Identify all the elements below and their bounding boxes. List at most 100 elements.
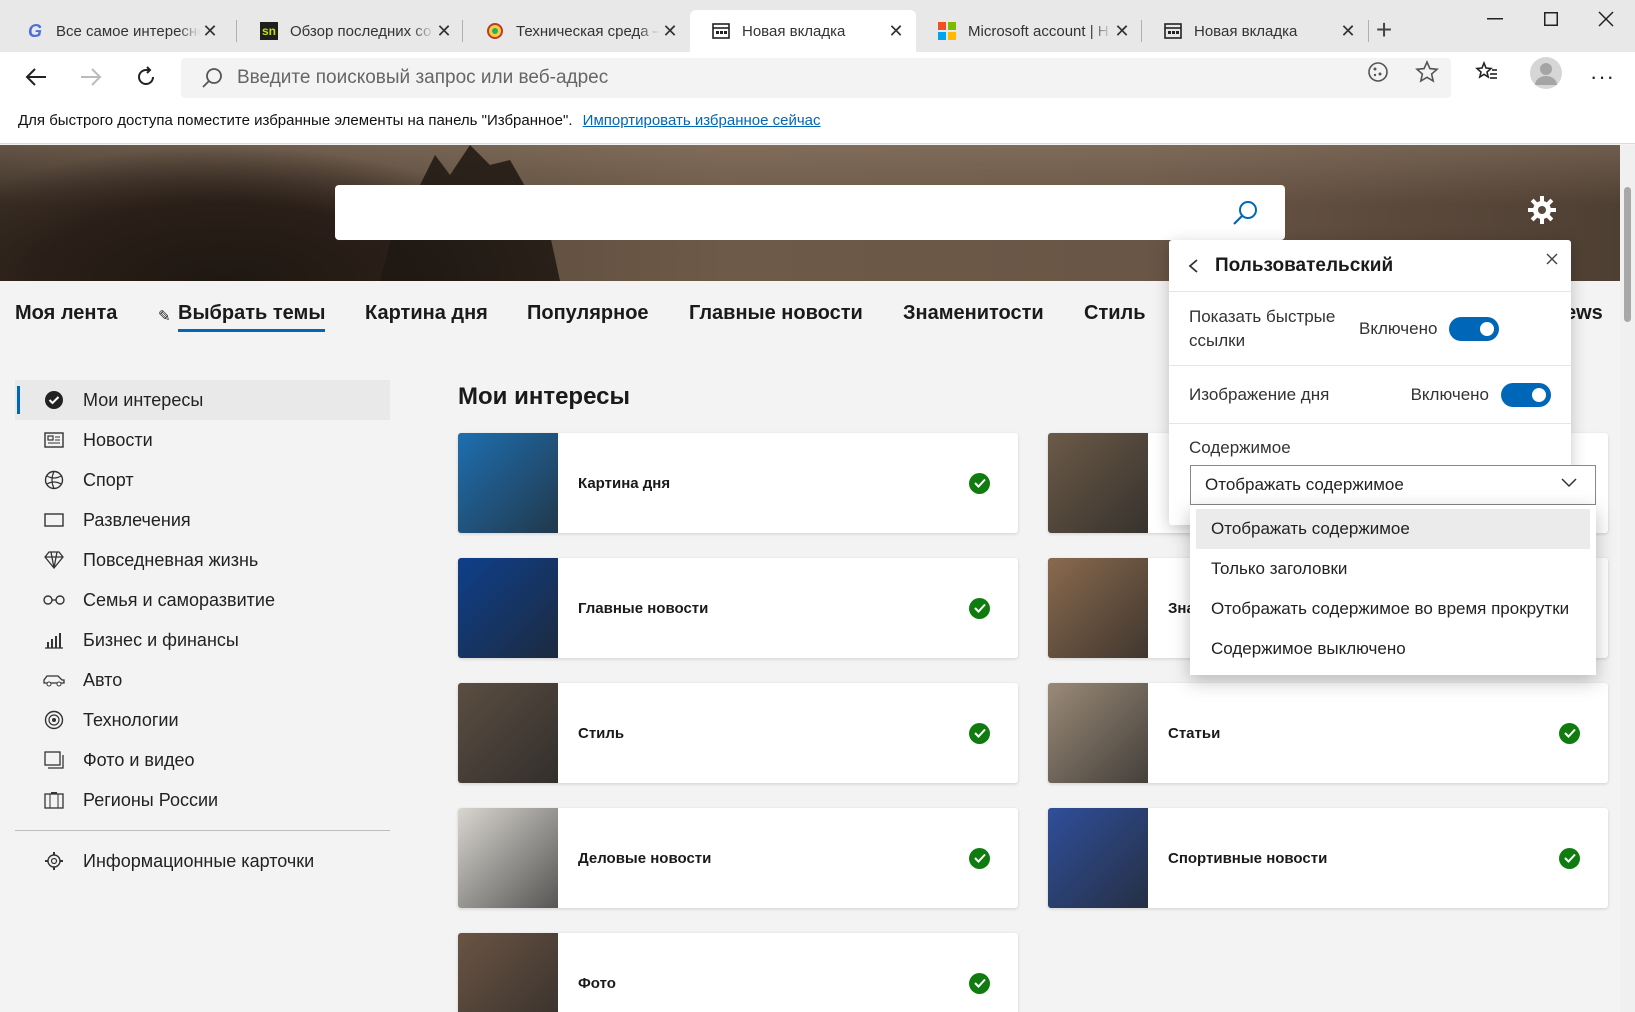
option-show-content[interactable]: Отображать содержимое: [1196, 509, 1590, 549]
sidebar-item-family[interactable]: Семья и саморазвитие: [15, 580, 390, 620]
card-thumbnail-image: [1048, 683, 1148, 783]
sidebar-item-label: Развлечения: [83, 509, 191, 530]
add-favorite-star-icon[interactable]: [1415, 60, 1439, 89]
newspaper-icon: [43, 429, 65, 451]
followed-check-icon[interactable]: [1559, 847, 1580, 869]
interest-card[interactable]: Спортивные новости: [1048, 808, 1608, 908]
tab-3[interactable]: Техническая среда – ✕: [464, 10, 690, 52]
followed-check-icon[interactable]: [969, 722, 990, 744]
web-search-box[interactable]: [335, 185, 1285, 240]
refresh-button[interactable]: [128, 60, 164, 94]
glasses-icon: [43, 589, 65, 611]
interest-card[interactable]: Главные новости: [458, 558, 1018, 658]
followed-check-icon[interactable]: [969, 847, 990, 869]
close-tab-icon[interactable]: ✕: [434, 21, 454, 42]
card-title: Картина дня: [578, 474, 671, 492]
option-show-on-scroll[interactable]: Отображать содержимое во время прокрутки: [1196, 589, 1590, 629]
newtab-favicon-icon: [1164, 22, 1182, 40]
sidebar-item-business[interactable]: Бизнес и финансы: [15, 620, 390, 660]
sidebar-item-auto[interactable]: Авто: [15, 660, 390, 700]
sidebar-item-sport[interactable]: Спорт: [15, 460, 390, 500]
interest-card[interactable]: Стиль: [458, 683, 1018, 783]
tracking-prevention-icon[interactable]: [1366, 60, 1390, 89]
sidebar-item-label: Бизнес и финансы: [83, 629, 239, 650]
profile-avatar[interactable]: [1530, 57, 1562, 94]
interest-card[interactable]: Картина дня: [458, 433, 1018, 533]
tab-title: Microsoft account | H: [968, 22, 1109, 40]
maximize-button[interactable]: [1522, 0, 1580, 38]
import-favorites-link[interactable]: Импортировать избранное сейчас: [583, 112, 821, 129]
image-of-day-toggle[interactable]: [1501, 382, 1551, 407]
category-celebrities[interactable]: Знаменитости: [903, 302, 1044, 325]
sidebar-item-news[interactable]: Новости: [15, 420, 390, 460]
sidebar-item-entertainment[interactable]: Развлечения: [15, 500, 390, 540]
minimize-button[interactable]: [1466, 0, 1524, 38]
new-tab-button[interactable]: +: [1371, 14, 1397, 48]
close-tab-icon[interactable]: ✕: [1112, 21, 1132, 42]
back-chevron-icon[interactable]: [1187, 258, 1201, 274]
category-popular[interactable]: Популярное: [527, 302, 649, 325]
more-options-icon[interactable]: ···: [1590, 64, 1615, 90]
interest-card[interactable]: Деловые новости: [458, 808, 1018, 908]
sidebar-item-my-interests[interactable]: Мои интересы: [15, 380, 390, 420]
check-circle-icon: [43, 389, 65, 411]
sidebar-item-lifestyle[interactable]: Повседневная жизнь: [15, 540, 390, 580]
close-icon[interactable]: [1545, 252, 1559, 266]
card-thumbnail-image: [458, 933, 558, 1012]
address-bar[interactable]: Введите поисковый запрос или веб-адрес: [181, 58, 1451, 98]
search-icon[interactable]: [1231, 199, 1259, 227]
tab-1[interactable]: G Все самое интересное ✕: [4, 10, 230, 52]
image-of-day-row: Изображение дня Включено: [1169, 366, 1571, 424]
card-thumbnail-image: [458, 558, 558, 658]
tab-4-active[interactable]: Новая вкладка ✕: [690, 10, 916, 52]
gear-icon: [43, 850, 65, 872]
interest-card[interactable]: Фото: [458, 933, 1018, 1012]
sidebar-item-label: Мои интересы: [83, 389, 204, 410]
close-tab-icon[interactable]: ✕: [200, 21, 220, 42]
tab-5[interactable]: Microsoft account | H ✕: [916, 10, 1142, 52]
sidebar-item-photo-video[interactable]: Фото и видео: [15, 740, 390, 780]
followed-check-icon[interactable]: [969, 972, 990, 994]
favorites-bar: Для быстрого доступа поместите избранные…: [0, 102, 1635, 144]
globe-favicon-icon: [486, 22, 504, 40]
sidebar-item-label: Новости: [83, 429, 153, 450]
sidebar-item-technology[interactable]: Технологии: [15, 700, 390, 740]
card-thumbnail-image: [458, 683, 558, 783]
category-choose-topics[interactable]: Выбрать темы: [178, 302, 326, 332]
option-headlines-only[interactable]: Только заголовки: [1196, 549, 1590, 589]
content-select[interactable]: Отображать содержимое: [1190, 465, 1596, 505]
scrollbar-thumb[interactable]: [1624, 187, 1631, 322]
close-tab-icon[interactable]: ✕: [1338, 21, 1358, 42]
followed-check-icon[interactable]: [969, 597, 990, 619]
sidebar-item-label: Семья и саморазвитие: [83, 589, 275, 610]
option-content-off[interactable]: Содержимое выключено: [1196, 629, 1590, 669]
category-top-stories[interactable]: Картина дня: [365, 302, 488, 325]
address-placeholder: Введите поисковый запрос или веб-адрес: [237, 67, 609, 88]
close-tab-icon[interactable]: ✕: [886, 21, 906, 42]
category-style[interactable]: Стиль: [1084, 302, 1146, 325]
car-icon: [43, 669, 65, 691]
tab-title: Обзор последних со: [290, 22, 432, 40]
page-settings-gear-icon[interactable]: [1527, 195, 1557, 230]
close-window-button[interactable]: [1577, 0, 1635, 38]
close-tab-icon[interactable]: ✕: [660, 21, 680, 42]
tab-2[interactable]: sn Обзор последних со ✕: [238, 10, 464, 52]
card-title: Статьи: [1168, 724, 1221, 742]
followed-check-icon[interactable]: [969, 472, 990, 494]
sidebar-item-info-cards[interactable]: Информационные карточки: [15, 841, 390, 881]
favorites-icon[interactable]: [1475, 60, 1499, 89]
back-button[interactable]: [18, 60, 54, 94]
sidebar-item-regions[interactable]: Регионы России: [15, 780, 390, 820]
sn-favicon-icon: sn: [260, 22, 278, 40]
card-thumbnail-image: [1048, 808, 1148, 908]
page-scrollbar[interactable]: [1620, 145, 1635, 1012]
forward-button[interactable]: [73, 60, 109, 94]
category-main-news[interactable]: Главные новости: [689, 302, 863, 325]
interest-card[interactable]: Статьи: [1048, 683, 1608, 783]
tab-6[interactable]: Новая вкладка ✕: [1142, 10, 1368, 52]
tab-title: Все самое интересное: [56, 22, 200, 40]
category-my-feed[interactable]: Моя лента: [15, 302, 117, 325]
quick-links-toggle[interactable]: [1449, 316, 1500, 341]
sidebar-divider: [15, 830, 390, 831]
followed-check-icon[interactable]: [1559, 722, 1580, 744]
